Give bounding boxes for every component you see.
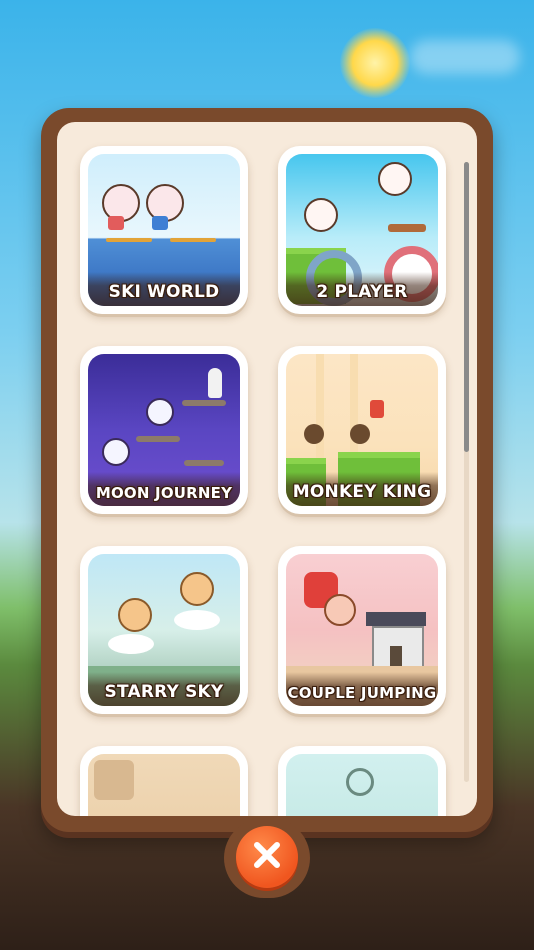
mode-card-moon-journey[interactable]: MOON JOURNEY bbox=[80, 346, 248, 514]
background-cloud bbox=[410, 40, 520, 74]
mode-label: MOON JOURNEY bbox=[95, 484, 233, 502]
ski-bunnies-thumbnail: SKI WORLD bbox=[88, 154, 240, 306]
mode-card-2-player[interactable]: 2 PLAYER bbox=[278, 146, 446, 314]
starry-sky-monkeys-thumbnail: STARRY SKY bbox=[88, 554, 240, 706]
two-player-bunnies-thumbnail: 2 PLAYER bbox=[286, 154, 438, 306]
mode-card-couple-jumping[interactable]: COUPLE JUMPING bbox=[278, 546, 446, 714]
mode-label: SKI WORLD bbox=[108, 282, 220, 302]
mode-card-partial-right[interactable] bbox=[278, 746, 446, 816]
monkey-king-thumbnail: MONKEY KING bbox=[286, 354, 438, 506]
mode-label: 2 PLAYER bbox=[316, 282, 408, 302]
space-bunnies-thumbnail: MOON JOURNEY bbox=[88, 354, 240, 506]
couple-jumping-thumbnail: COUPLE JUMPING bbox=[286, 554, 438, 706]
mode-card-partial-left[interactable] bbox=[80, 746, 248, 816]
mode-list-area[interactable]: SKI WORLD 2 PLAYER MOON JOURNEY MONKEY K… bbox=[57, 122, 477, 816]
mode-label: STARRY SKY bbox=[104, 682, 224, 702]
mode-card-ski-world[interactable]: SKI WORLD bbox=[80, 146, 248, 314]
mode-card-starry-sky[interactable]: STARRY SKY bbox=[80, 546, 248, 714]
partial-mode-thumbnail bbox=[88, 754, 240, 816]
mode-list-scrollbar[interactable] bbox=[464, 162, 469, 782]
mode-select-panel: SKI WORLD 2 PLAYER MOON JOURNEY MONKEY K… bbox=[41, 108, 493, 832]
scrollbar-thumb[interactable] bbox=[464, 162, 469, 452]
close-button[interactable] bbox=[236, 826, 298, 888]
mode-label: MONKEY KING bbox=[292, 482, 432, 502]
sun-decoration bbox=[340, 28, 410, 98]
partial-mode-thumbnail bbox=[286, 754, 438, 816]
close-icon bbox=[250, 838, 284, 876]
mode-card-monkey-king[interactable]: MONKEY KING bbox=[278, 346, 446, 514]
mode-label: COUPLE JUMPING bbox=[287, 684, 437, 702]
